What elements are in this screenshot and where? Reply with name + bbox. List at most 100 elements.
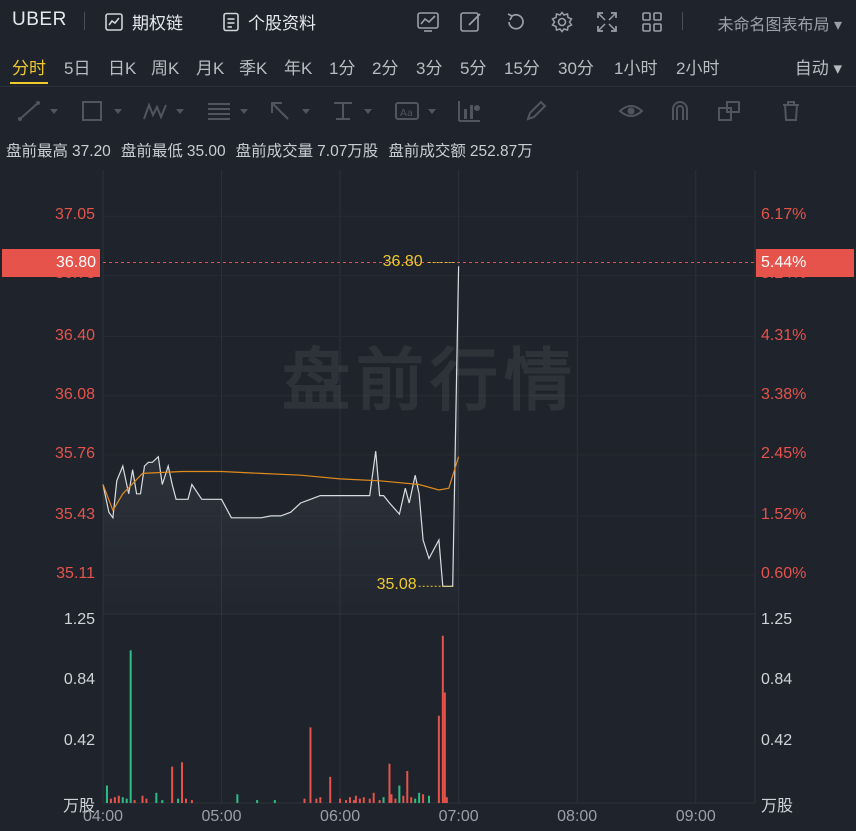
period-tab-3m[interactable]: 3分 — [416, 54, 442, 79]
volume-bar — [303, 798, 306, 803]
premarket-info-bar: 盘前最高 37.20 盘前最低 35.00 盘前成交量 7.07万股 盘前成交额 252.87… — [0, 139, 856, 165]
top-bar: UBER 期权链 个股资料 未命名图表布局 ▾ — [0, 0, 856, 44]
period-tab-1m[interactable]: 1分 — [329, 54, 355, 79]
volume-bar — [329, 776, 332, 803]
period-tab-week[interactable]: 周K — [151, 54, 179, 79]
volume-bar — [129, 650, 132, 803]
premarket-low-label: 盘前最低 — [120, 143, 183, 160]
premarket-volume-label: 盘前成交量 — [235, 143, 314, 160]
rectangle-tool-icon[interactable] — [80, 99, 124, 123]
volume-bar — [117, 795, 120, 803]
time-axis-label: 08:00 — [557, 808, 598, 825]
text-tool-icon[interactable]: Aa — [394, 99, 438, 123]
caret-down-icon: ▾ — [833, 59, 842, 78]
volume-bar — [441, 635, 444, 803]
pen-icon[interactable] — [524, 99, 548, 123]
gear-icon[interactable] — [550, 10, 574, 34]
volume-bar — [402, 795, 405, 803]
volume-bar — [105, 785, 108, 803]
period-tab-5d[interactable]: 5日 — [64, 54, 90, 79]
trash-icon[interactable] — [780, 99, 802, 123]
stock-profile-label: 个股资料 — [248, 14, 316, 33]
volume-bar — [354, 795, 357, 803]
volume-bar — [410, 797, 413, 803]
volume-bar — [155, 792, 158, 803]
measure-tool-icon[interactable] — [330, 99, 374, 123]
volume-axis-right-label: 1.25 — [761, 611, 793, 629]
divider — [682, 12, 683, 30]
layers-icon[interactable] — [716, 99, 742, 123]
period-tab-day[interactable]: 日K — [108, 54, 136, 79]
volume-bar — [315, 798, 318, 803]
drawing-toolbar: Aa — [0, 86, 856, 135]
edit-icon[interactable] — [459, 10, 483, 34]
price-axis-left-label: 35.43 — [54, 505, 95, 523]
time-axis-label: 04:00 — [82, 808, 124, 825]
price-axis-left-label: 37.05 — [54, 206, 95, 224]
price-series-line — [102, 266, 460, 587]
volume-bar — [428, 795, 430, 803]
magnet-icon[interactable] — [668, 99, 692, 123]
premarket-low-value: 35.00 — [186, 143, 226, 160]
auto-scale-dropdown[interactable]: 自动 ▾ — [795, 54, 842, 79]
divider — [84, 12, 85, 30]
volume-axis-right-label: 0.84 — [761, 670, 793, 688]
price-range-icon[interactable] — [456, 99, 484, 123]
arrow-tool-icon[interactable] — [268, 99, 312, 123]
line-tool-icon[interactable] — [16, 99, 60, 123]
volume-bar — [125, 798, 128, 803]
period-tab-2m[interactable]: 2分 — [372, 54, 398, 79]
price-axis-left-label: 35.11 — [56, 565, 95, 583]
pct-axis-right-label: 1.52% — [761, 505, 807, 523]
period-tab-5m[interactable]: 5分 — [460, 54, 486, 79]
refresh-icon[interactable] — [504, 10, 528, 34]
period-tab-30m[interactable]: 30分 — [558, 54, 594, 79]
volume-bar — [113, 797, 116, 803]
time-axis-label: 06:00 — [320, 808, 361, 825]
premarket-amount-label: 盘前成交额 — [388, 143, 466, 160]
volume-bar — [181, 762, 184, 803]
volume-bar — [161, 800, 164, 803]
fibonacci-tool-icon[interactable] — [206, 99, 250, 123]
period-tab-2h[interactable]: 2小时 — [676, 54, 719, 79]
ticker-symbol[interactable]: UBER — [12, 9, 67, 31]
period-tab-quarter[interactable]: 季K — [239, 54, 267, 79]
volume-bar — [319, 797, 322, 803]
volume-bar — [345, 800, 348, 803]
volume-bar — [348, 797, 351, 803]
low-marker-label: 35.08 — [376, 576, 417, 594]
period-tab-month[interactable]: 月K — [196, 54, 224, 79]
average-price-line — [102, 456, 460, 512]
volume-bar — [145, 798, 148, 803]
options-chain-button[interactable]: 期权链 — [104, 9, 183, 34]
period-tab-intraday[interactable]: 分时 — [12, 54, 46, 79]
volume-bar — [352, 800, 355, 803]
volume-bar — [437, 715, 440, 803]
volume-bar — [273, 800, 276, 803]
pct-axis-right-label: 3.38% — [761, 385, 807, 403]
volume-bar — [445, 797, 448, 803]
chart-box-icon — [105, 12, 123, 31]
layout-name-label: 未命名图表布局 — [717, 17, 830, 34]
volume-bar — [141, 795, 144, 803]
layout-selector[interactable]: 未命名图表布局 ▾ — [718, 11, 843, 35]
volume-bar — [422, 794, 425, 803]
volume-bar — [394, 798, 397, 803]
current-pct-tag: 5.44% — [756, 248, 854, 277]
wave-pattern-icon[interactable] — [142, 99, 186, 123]
period-tab-15m[interactable]: 15分 — [504, 54, 540, 79]
stock-profile-button[interactable]: 个股资料 — [222, 9, 316, 34]
indicator-chart-icon[interactable] — [416, 10, 440, 34]
fullscreen-icon[interactable] — [595, 10, 619, 34]
period-tab-1h[interactable]: 1小时 — [614, 54, 657, 79]
volume-bar — [414, 798, 417, 803]
volume-unit-right-label: 万股 — [761, 798, 794, 815]
eye-icon[interactable] — [618, 99, 644, 123]
price-axis-left-label: 35.76 — [54, 444, 95, 462]
options-chain-label: 期权链 — [132, 14, 183, 33]
volume-bar — [177, 798, 180, 803]
layout-grid-icon[interactable] — [640, 10, 664, 34]
period-tab-year[interactable]: 年K — [284, 54, 312, 79]
volume-bar — [171, 766, 174, 803]
time-axis-label: 09:00 — [675, 808, 716, 825]
